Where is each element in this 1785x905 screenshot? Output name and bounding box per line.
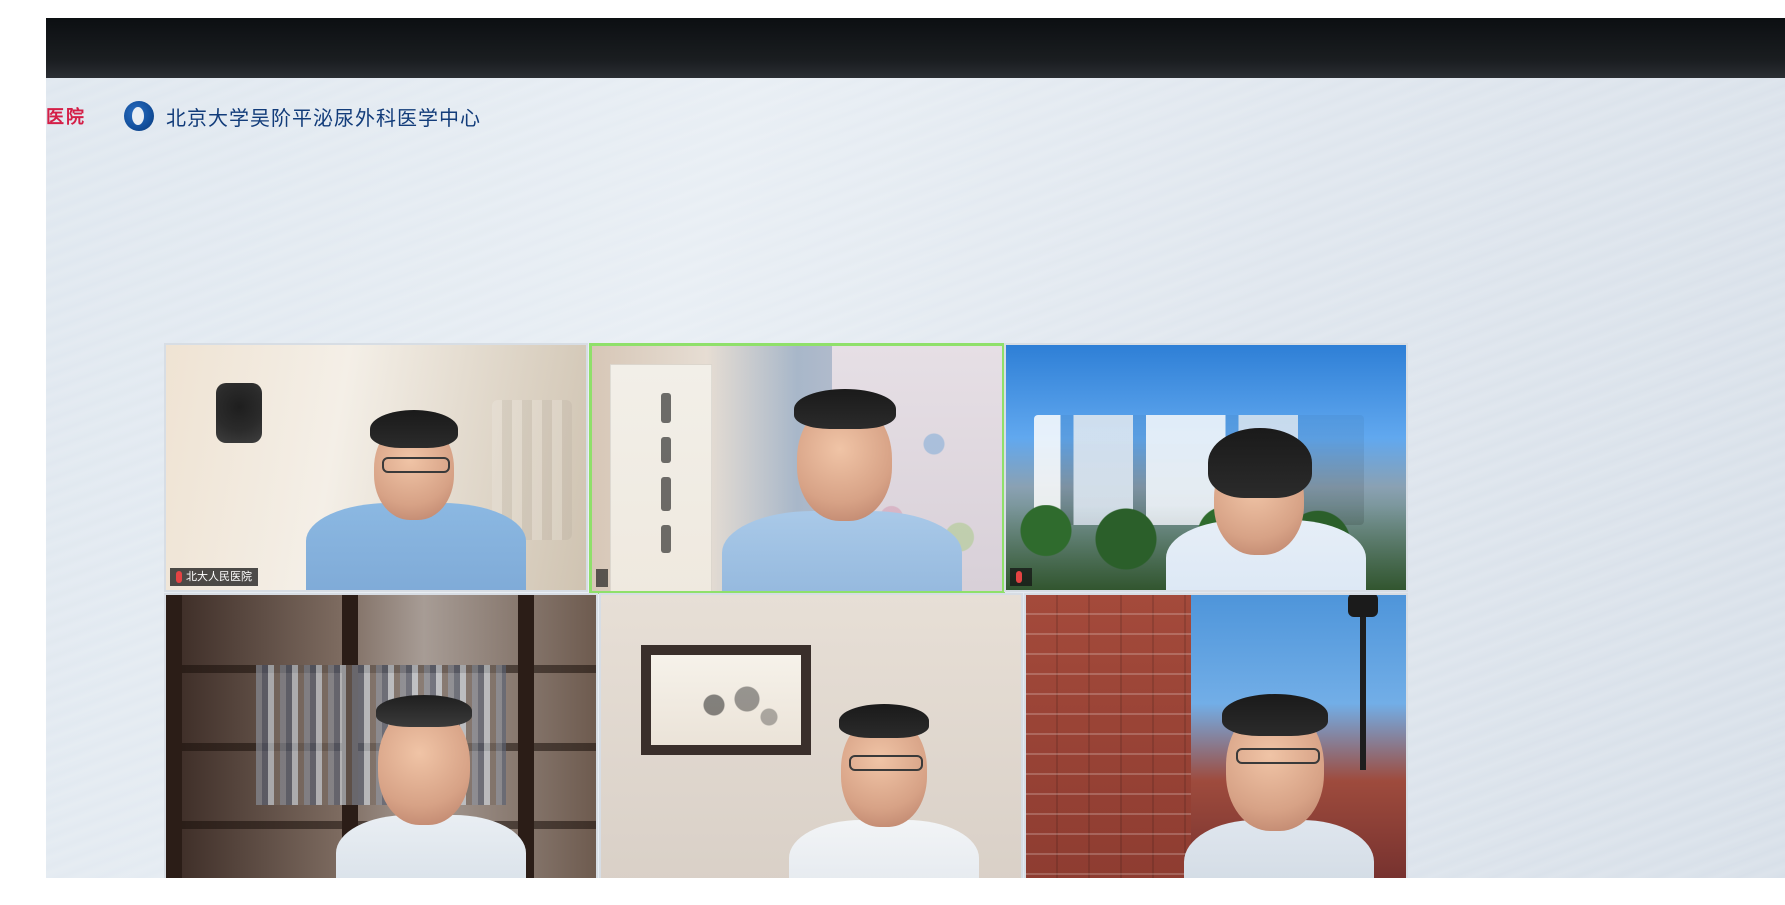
monitor-top-bezel xyxy=(46,18,1785,78)
video-call-screen: 医院 北京大学吴阶平泌尿外科医学中心 北大人民医院 xyxy=(46,78,1785,878)
participant-person xyxy=(316,650,536,878)
mic-icon xyxy=(176,571,182,583)
participant-tile-2-speaking[interactable] xyxy=(589,343,1005,594)
hair xyxy=(794,389,896,429)
hair xyxy=(370,410,458,448)
hospital-name: 医院 xyxy=(46,107,86,128)
participant-tile-3[interactable] xyxy=(1004,343,1408,592)
participant-name: 北大人民医院 xyxy=(186,570,252,583)
glasses xyxy=(849,755,923,771)
participant-person xyxy=(1156,400,1376,590)
participant-person xyxy=(1166,660,1386,878)
photo: 医院 北京大学吴阶平泌尿外科医学中心 北大人民医院 xyxy=(0,0,1785,905)
hair xyxy=(839,704,929,738)
participant-tile-1[interactable]: 北大人民医院 xyxy=(164,343,588,592)
shirt xyxy=(722,511,962,591)
participant-tile-4[interactable] xyxy=(164,593,598,878)
glasses xyxy=(382,457,450,473)
photo-margin-left xyxy=(0,0,46,905)
participant-person xyxy=(712,371,972,591)
participant-person xyxy=(771,680,991,878)
mic-icon xyxy=(1016,571,1022,583)
hair xyxy=(1222,694,1328,736)
participant-name-tag xyxy=(1010,568,1032,586)
university-logo-icon xyxy=(124,101,154,131)
participant-grid: 北大人民医院 xyxy=(164,343,1434,878)
participant-name-tag: 北大人民医院 xyxy=(170,568,258,586)
hair xyxy=(376,695,472,727)
shirt xyxy=(789,820,979,878)
glasses xyxy=(1236,748,1320,764)
participant-name-tag xyxy=(596,569,608,587)
participant-person xyxy=(296,385,526,590)
participant-tile-5[interactable] xyxy=(599,593,1023,878)
participant-tile-6[interactable] xyxy=(1024,593,1408,878)
calligraphy-scroll xyxy=(610,364,712,591)
brand-bar: 医院 北京大学吴阶平泌尿外科医学中心 xyxy=(46,96,481,136)
wall-clock xyxy=(216,383,262,443)
hair xyxy=(1208,428,1312,498)
university-center-name: 北京大学吴阶平泌尿外科医学中心 xyxy=(166,105,481,130)
